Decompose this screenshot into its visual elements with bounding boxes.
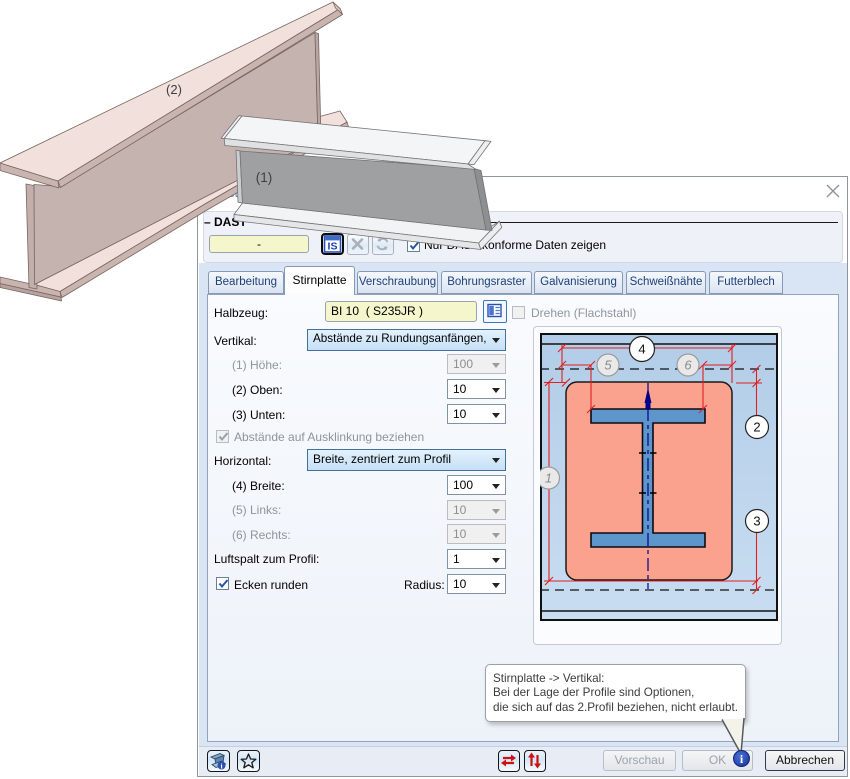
svg-text:(2): (2) — [166, 82, 182, 97]
svg-text:(1): (1) — [256, 170, 273, 185]
